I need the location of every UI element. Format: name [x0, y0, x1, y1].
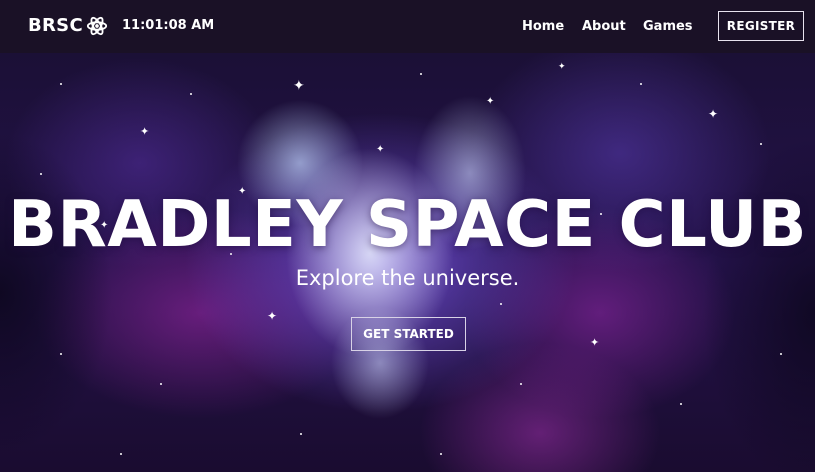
hero-subtitle: Explore the universe.	[295, 266, 520, 290]
nav-about-link[interactable]: About	[582, 19, 626, 34]
star-icon	[160, 383, 162, 385]
star-icon: ✦	[376, 144, 385, 155]
clock-display: 11:01:08 AM	[122, 18, 215, 33]
star-icon	[500, 303, 502, 305]
star-icon: ✦	[293, 78, 305, 94]
star-icon	[760, 143, 762, 145]
star-icon: ✦	[708, 107, 719, 121]
get-started-button[interactable]: GET STARTED	[351, 317, 466, 351]
star-icon	[120, 453, 122, 455]
star-icon: ✦	[267, 309, 278, 323]
star-icon	[60, 83, 62, 85]
hero-vignette	[0, 53, 815, 472]
brand-logo[interactable]: BRSC	[28, 15, 83, 36]
atom-icon	[86, 16, 108, 36]
register-button[interactable]: REGISTER	[718, 11, 804, 41]
star-icon	[680, 403, 682, 405]
star-icon	[640, 83, 642, 85]
star-icon: ✦	[140, 125, 150, 138]
nav-home-link[interactable]: Home	[522, 19, 564, 34]
star-icon: ✦	[558, 62, 566, 72]
hero-section: ✦ ✦ ✦ ✦ ✦ ✦ ✦ ✦ ✦ ✦ BRADLEY SPACE CLUB E…	[0, 53, 815, 472]
hero-title: BRADLEY SPACE CLUB	[8, 188, 807, 262]
star-icon: ✦	[486, 96, 495, 107]
star-icon: ✦	[590, 336, 600, 349]
star-icon	[60, 353, 62, 355]
star-icon	[300, 433, 302, 435]
star-icon	[420, 73, 422, 75]
star-icon	[520, 383, 522, 385]
star-icon	[780, 353, 782, 355]
navbar: BRSC 11:01:08 AM Home About Games REGIST…	[0, 0, 815, 53]
star-icon	[40, 173, 42, 175]
star-icon	[440, 453, 442, 455]
star-icon	[190, 93, 192, 95]
nav-games-link[interactable]: Games	[643, 19, 693, 34]
